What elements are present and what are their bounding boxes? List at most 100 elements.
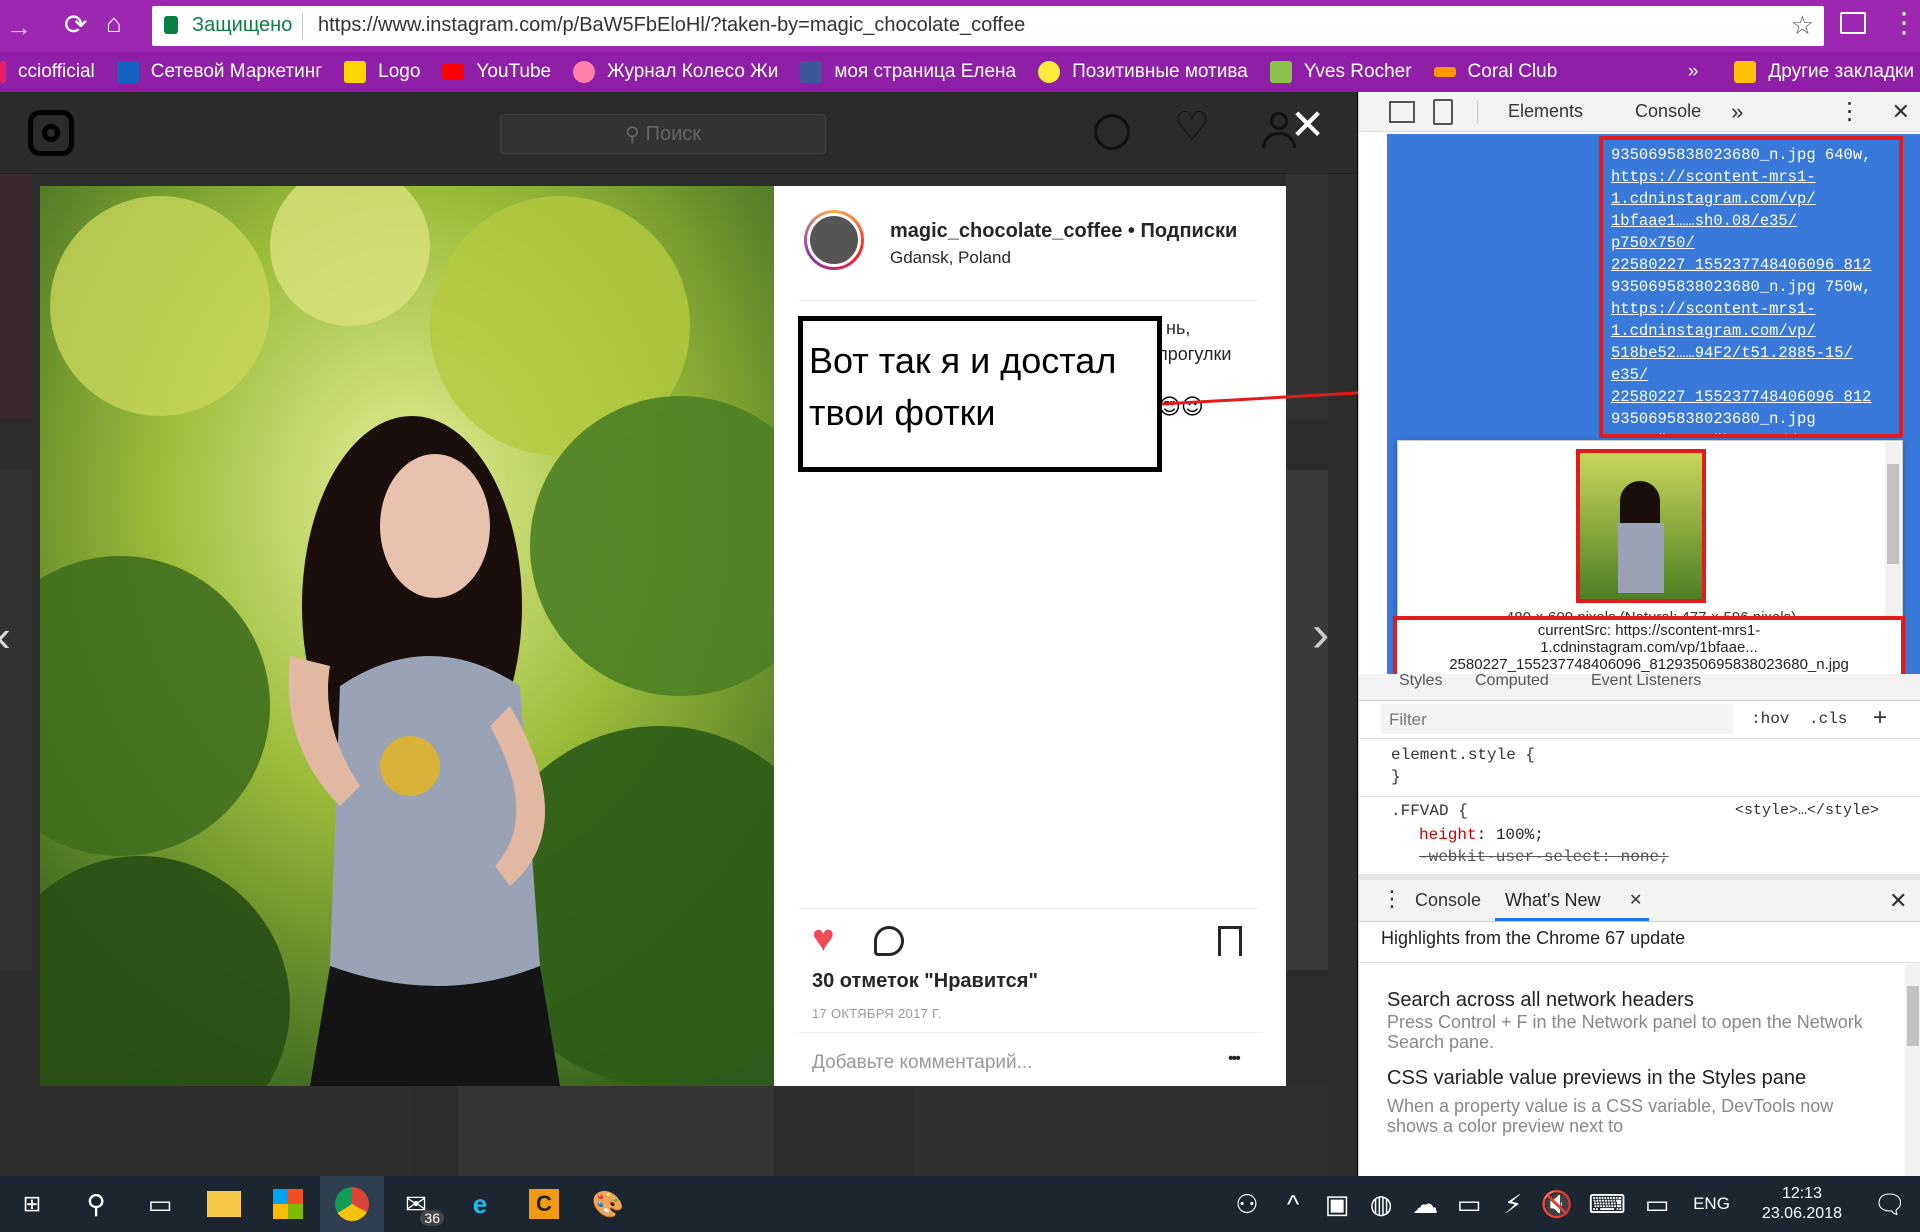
bookmark-item[interactable]: Позитивные мотива [1038, 61, 1248, 83]
cast-icon[interactable] [1840, 12, 1866, 34]
other-bookmarks[interactable]: » Другие закладки [1688, 61, 1914, 83]
bookmark-icon [573, 61, 596, 83]
chevron-up-icon[interactable]: ^ [1271, 1176, 1315, 1232]
caption-fragment: нь, [1166, 318, 1191, 338]
keyboard-icon[interactable]: ⌨ [1579, 1176, 1635, 1232]
divider [1359, 738, 1920, 739]
browser-toolbar: → ⟳ ⌂ Защищено https://www.instagram.com… [0, 0, 1920, 52]
srcset-text[interactable]: 9350695838023680_n.jpg 640w, https://sco… [1611, 144, 1899, 434]
explore-icon[interactable] [1094, 114, 1130, 150]
annotation-line: твои фотки [809, 392, 996, 433]
star-icon[interactable]: ☆ [1791, 10, 1814, 41]
device-toolbar-icon[interactable] [1433, 98, 1453, 125]
bookmark-item[interactable]: YouTube [442, 61, 551, 83]
chevron-right-icon[interactable]: › [1312, 604, 1329, 664]
grid-thumb [458, 1086, 774, 1176]
reload-icon[interactable]: ⟳ [64, 8, 87, 41]
people-icon[interactable]: ⚇ [1223, 1176, 1271, 1232]
close-drawer-icon[interactable]: ✕ [1889, 888, 1907, 914]
chevron-left-icon[interactable]: ‹ [0, 612, 11, 662]
current-src-box: currentSrc: https://scontent-mrs1- 1.cdn… [1393, 616, 1905, 678]
bookmark-icon [344, 61, 367, 83]
clock[interactable]: 12:13 23.06.2018 [1762, 1184, 1842, 1224]
search-input[interactable]: ⚲ Поиск [500, 114, 826, 154]
chrome-icon[interactable] [320, 1176, 384, 1232]
close-devtools-icon[interactable]: ✕ [1892, 99, 1910, 125]
css-property-height[interactable]: height: 100%; [1419, 826, 1544, 844]
volume-muted-icon[interactable]: 🔇 [1535, 1176, 1579, 1232]
paint-icon[interactable]: 🎨 [576, 1176, 640, 1232]
tray-app-icon[interactable]: ▣ [1315, 1176, 1359, 1232]
bookmark-item[interactable]: cciofficial [0, 61, 95, 83]
close-icon[interactable]: ✕ [1290, 100, 1325, 149]
style-source-link[interactable]: <style>…</style> [1735, 802, 1879, 819]
ffvad-selector[interactable]: .FFVAD { [1391, 802, 1468, 820]
file-explorer-icon[interactable] [192, 1176, 256, 1232]
comment-input[interactable]: Добавьте комментарий... [812, 1052, 1032, 1074]
tab-computed[interactable]: Computed [1475, 674, 1549, 690]
location-link[interactable]: Gdansk, Poland [890, 248, 1011, 268]
instagram-logo-icon[interactable] [28, 110, 74, 156]
forward-arrow-icon[interactable]: → [6, 12, 32, 43]
divider [798, 1032, 1262, 1033]
tab-elements[interactable]: Elements [1508, 101, 1583, 122]
more-tabs-icon[interactable]: » [1731, 99, 1743, 125]
tray-app-icon[interactable]: ◍ [1359, 1176, 1403, 1232]
hov-toggle[interactable]: :hov [1751, 710, 1789, 728]
more-options-icon[interactable]: ••• [1228, 1050, 1241, 1068]
home-icon[interactable]: ⌂ [106, 8, 122, 39]
tab-event-listeners[interactable]: Event Listeners [1591, 674, 1701, 690]
windows-start-icon[interactable]: ⊞ [0, 1176, 64, 1232]
bookmark-item[interactable]: Logo [344, 61, 420, 83]
bookmark-icon[interactable] [1218, 926, 1242, 956]
tab-styles[interactable]: Styles [1399, 674, 1443, 690]
cloud-icon[interactable]: ☁ [1403, 1176, 1447, 1232]
language-indicator[interactable]: ENG [1693, 1194, 1730, 1214]
new-rule-icon[interactable]: + [1873, 704, 1887, 732]
store-icon[interactable] [256, 1176, 320, 1232]
facebook-icon [800, 61, 823, 83]
notifications-icon[interactable]: 🗨 [1860, 1176, 1920, 1232]
bookmark-item[interactable]: Сетевой Маркетинг [116, 61, 322, 83]
filter-input[interactable]: Filter [1381, 704, 1733, 734]
css-property-overridden[interactable]: -webkit-user-select: none; [1419, 848, 1669, 866]
url-text[interactable]: https://www.instagram.com/p/BaW5FbEloHl/… [318, 14, 1025, 37]
like-heart-icon[interactable]: ♥ [812, 920, 835, 958]
menu-icon[interactable]: ⋮ [1890, 6, 1918, 39]
comment-icon[interactable] [874, 926, 904, 956]
username-link[interactable]: magic_chocolate_coffee [890, 220, 1122, 242]
network-icon[interactable]: ⚡ [1491, 1176, 1535, 1232]
bookmark-item[interactable]: Coral Club [1433, 61, 1557, 83]
drawer-tab-console[interactable]: Console [1415, 890, 1481, 911]
divider [1359, 700, 1920, 701]
bookmark-item[interactable]: моя страница Елена [800, 61, 1016, 83]
grid-thumb [0, 470, 32, 970]
feature-title[interactable]: CSS variable value previews in the Style… [1387, 1060, 1867, 1096]
chevron-icon: » [1687, 61, 1699, 82]
likes-count[interactable]: 30 отметок "Нравится" [812, 970, 1038, 993]
drawer-tab-whats-new[interactable]: What's New [1505, 890, 1600, 911]
follow-link[interactable]: • Подписки [1128, 220, 1237, 242]
address-bar[interactable]: Защищено https://www.instagram.com/p/BaW… [152, 6, 1824, 46]
drawer-menu-icon[interactable]: ⋮ [1381, 886, 1403, 912]
tab-console[interactable]: Console [1635, 101, 1701, 122]
element-style-rule[interactable]: element.style { } [1391, 744, 1535, 788]
inspect-element-icon[interactable] [1389, 100, 1415, 123]
internet-explorer-icon[interactable]: e [448, 1176, 512, 1232]
search-icon[interactable]: ⚲ [64, 1176, 128, 1232]
display-icon[interactable]: ▭ [1635, 1176, 1679, 1232]
instagram-header: ⚲ Поиск ♡ ✕ [0, 92, 1357, 174]
cls-toggle[interactable]: .cls [1809, 710, 1847, 728]
kebab-menu-icon[interactable]: ⋮ [1838, 97, 1862, 126]
bookmark-item[interactable]: Yves Rocher [1269, 61, 1412, 83]
heart-icon[interactable]: ♡ [1174, 104, 1210, 150]
drawer-toolbar: ⋮ Console What's New ✕ ✕ [1359, 880, 1920, 922]
feature-title[interactable]: Search across all network headers [1387, 988, 1867, 1012]
mail-icon[interactable]: ✉ 36 [384, 1176, 448, 1232]
task-view-icon[interactable]: ▭ [128, 1176, 192, 1232]
battery-icon[interactable]: ▭ [1447, 1176, 1491, 1232]
avatar[interactable] [804, 210, 864, 270]
bookmark-item[interactable]: Журнал Колесо Жи [573, 61, 778, 83]
close-tab-icon[interactable]: ✕ [1629, 890, 1642, 910]
app-icon[interactable]: C [512, 1176, 576, 1232]
